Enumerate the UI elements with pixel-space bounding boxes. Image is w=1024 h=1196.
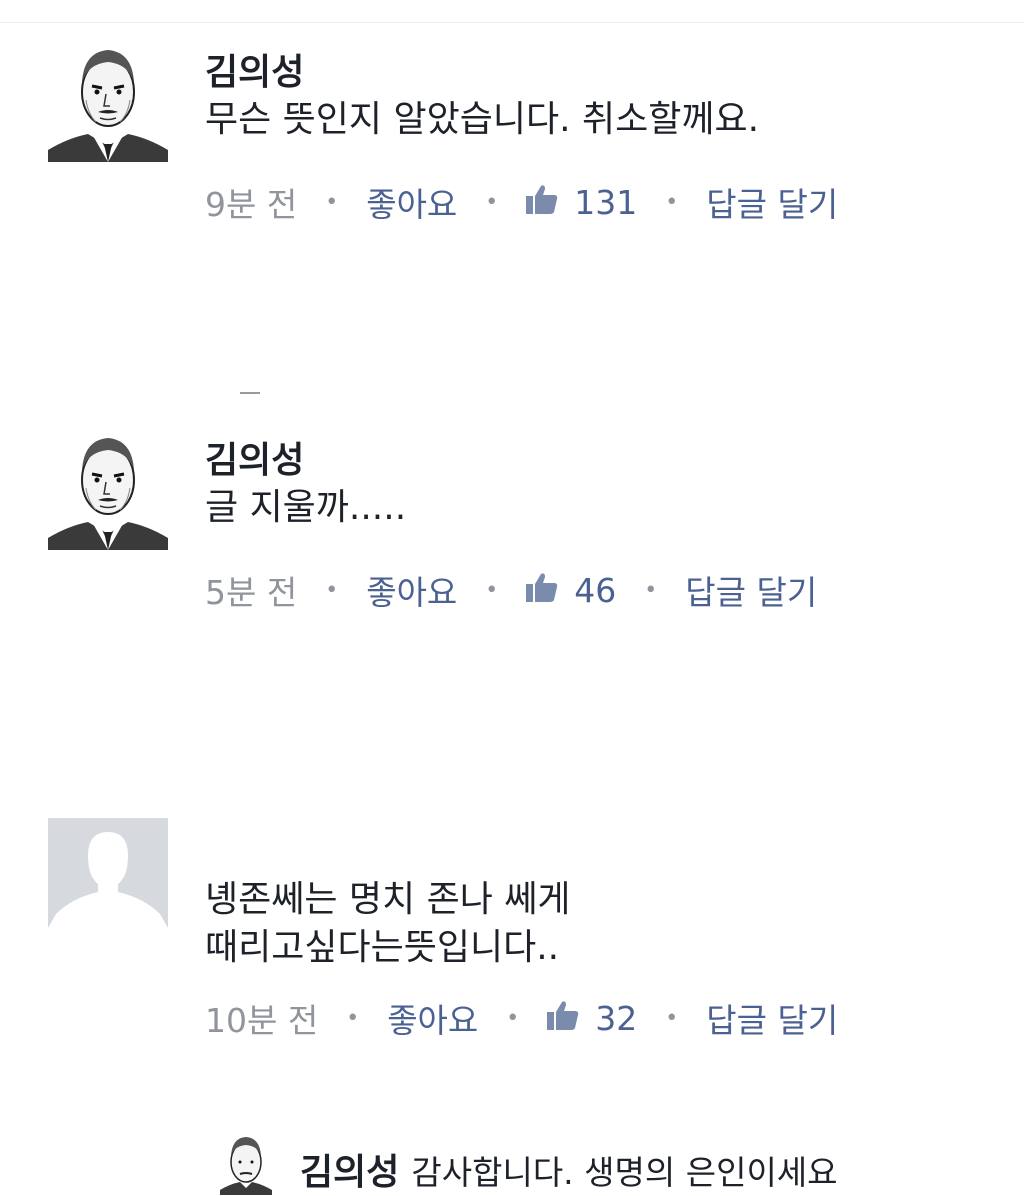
reply-text: 감사합니다. 생명의 은인이세요 (411, 1153, 838, 1192)
default-silhouette-avatar-icon (48, 818, 168, 938)
separator-dot-icon: • (485, 577, 499, 603)
separator-dot-icon: • (346, 1005, 360, 1031)
comment-author[interactable]: 김의성 (205, 50, 1004, 96)
portrait-avatar-icon (48, 430, 168, 550)
avatar[interactable] (48, 42, 168, 162)
portrait-avatar-icon (220, 1132, 272, 1195)
comment-text: 무슨 뜻인지 알았습니다. 취소할께요. (205, 99, 760, 140)
thumbs-up-icon[interactable] (547, 999, 579, 1038)
separator-dot-icon: • (665, 189, 679, 215)
comment-time[interactable]: 5분 전 (205, 566, 297, 614)
like-button[interactable]: 좋아요 (387, 994, 478, 1042)
reply-button[interactable]: 답글 달기 (706, 178, 838, 226)
separator-dot-icon: • (485, 189, 499, 215)
reply-comment: 김의성 감사합니다. 생명의 은인이세요 (220, 1132, 1020, 1195)
reply-button[interactable]: 답글 달기 (706, 994, 838, 1042)
comment-text-line-1: 녱존쎄는 명치 존나 쎄게 (205, 879, 571, 920)
like-count[interactable]: 46 (574, 571, 616, 610)
top-divider (0, 22, 1024, 23)
separator-dot-icon: • (325, 189, 339, 215)
comment-time[interactable]: 9분 전 (205, 178, 297, 226)
avatar[interactable] (48, 818, 168, 938)
comment-author[interactable]: 김의성 (205, 438, 1004, 484)
comment-time[interactable]: 10분 전 (205, 994, 318, 1042)
reply-author[interactable]: 김의성 (300, 1152, 399, 1193)
reply-button[interactable]: 답글 달기 (685, 566, 817, 614)
avatar[interactable] (220, 1132, 272, 1195)
thumbs-up-icon[interactable] (526, 571, 558, 610)
thumbs-up-icon[interactable] (526, 183, 558, 222)
portrait-avatar-icon (48, 42, 168, 162)
comment-text: 글 지울까..... (205, 487, 407, 528)
separator-dot-icon: • (325, 577, 339, 603)
comment-text-line-2: 때리고싶다는뜻입니다.. (205, 927, 560, 968)
like-button[interactable]: 좋아요 (366, 566, 457, 614)
avatar[interactable] (48, 430, 168, 550)
separator-dot-icon: • (644, 577, 658, 603)
separator-dot-icon: • (665, 1005, 679, 1031)
stray-mark (240, 392, 260, 394)
like-count[interactable]: 131 (574, 183, 637, 222)
like-button[interactable]: 좋아요 (366, 178, 457, 226)
like-count[interactable]: 32 (595, 999, 637, 1038)
separator-dot-icon: • (506, 1005, 520, 1031)
